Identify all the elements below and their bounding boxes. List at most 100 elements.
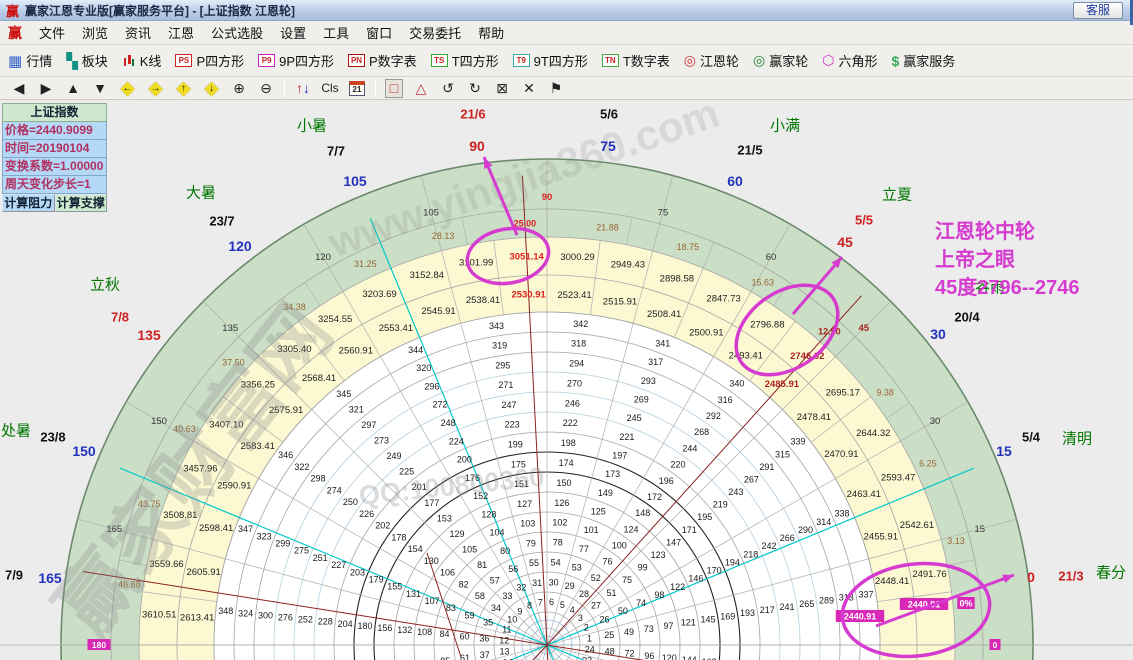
svg-text:154: 154 bbox=[408, 544, 423, 554]
calc-resistance-button[interactable]: 计算阻力 bbox=[2, 194, 55, 212]
toolbar-item-4[interactable]: P99P四方形 bbox=[258, 51, 334, 70]
svg-text:272: 272 bbox=[433, 400, 448, 410]
toolbar-item-2[interactable]: K线 bbox=[122, 51, 162, 70]
svg-text:144: 144 bbox=[682, 655, 697, 660]
rotate-cw-icon[interactable]: ↻ bbox=[466, 79, 484, 98]
toolbar-item-5[interactable]: PNP数字表 bbox=[348, 51, 417, 70]
menu-item-6[interactable]: 工具 bbox=[323, 23, 349, 42]
toolbar-item-12[interactable]: $赢家服务 bbox=[891, 51, 955, 70]
svg-text:2847.73: 2847.73 bbox=[706, 293, 740, 304]
triangle-tool-icon[interactable]: △ bbox=[412, 79, 430, 98]
updown-icon[interactable]: ↑↓ bbox=[294, 79, 312, 98]
svg-text:35: 35 bbox=[483, 617, 493, 627]
toolbar-item-6[interactable]: TST四方形 bbox=[431, 51, 499, 70]
up-triangle-icon[interactable]: ▲ bbox=[64, 79, 82, 98]
toolbar-item-1[interactable]: ▚板块 bbox=[66, 51, 108, 70]
svg-text:97: 97 bbox=[663, 621, 673, 631]
menu-item-3[interactable]: 江恩 bbox=[168, 23, 194, 42]
svg-text:218: 218 bbox=[743, 549, 758, 559]
svg-text:2538.41: 2538.41 bbox=[466, 295, 500, 306]
svg-text:156: 156 bbox=[377, 623, 392, 633]
calendar-icon[interactable]: 21 bbox=[348, 79, 366, 98]
svg-text:245: 245 bbox=[627, 413, 642, 423]
svg-text:0: 0 bbox=[993, 640, 998, 650]
zoom-out-icon[interactable]: ⊖ bbox=[257, 79, 275, 98]
svg-text:2491.76: 2491.76 bbox=[912, 569, 946, 580]
svg-text:21.88: 21.88 bbox=[596, 222, 619, 232]
wheel-outer-label-1: 7/7 bbox=[327, 144, 345, 159]
svg-text:2: 2 bbox=[584, 623, 589, 633]
rotate-ccw-icon[interactable]: ↺ bbox=[439, 79, 457, 98]
toolbar-item-7[interactable]: T99T四方形 bbox=[513, 51, 588, 70]
step-right-icon[interactable]: ◆→ bbox=[146, 79, 165, 98]
svg-text:150: 150 bbox=[151, 416, 167, 427]
menu-item-1[interactable]: 浏览 bbox=[82, 23, 108, 42]
center-cross-icon[interactable]: ✕ bbox=[520, 79, 538, 98]
toolbar-item-9[interactable]: ◎江恩轮 bbox=[684, 51, 739, 70]
support-button[interactable]: 客服 bbox=[1073, 2, 1123, 19]
svg-text:2463.41: 2463.41 bbox=[847, 489, 881, 500]
menu-item-9[interactable]: 帮助 bbox=[478, 23, 504, 42]
svg-text:84: 84 bbox=[440, 629, 450, 639]
svg-text:99: 99 bbox=[638, 563, 648, 573]
step-left-icon[interactable]: ◆← bbox=[118, 79, 137, 98]
menu-item-2[interactable]: 资讯 bbox=[125, 23, 151, 42]
svg-text:269: 269 bbox=[634, 394, 649, 404]
toolbar-item-8[interactable]: TNT数字表 bbox=[602, 51, 670, 70]
svg-text:324: 324 bbox=[238, 608, 253, 618]
svg-text:121: 121 bbox=[681, 618, 696, 628]
step-up-icon[interactable]: ◆↑ bbox=[174, 79, 193, 98]
menu-item-4[interactable]: 公式选股 bbox=[211, 23, 263, 42]
menu-item-0[interactable]: 文件 bbox=[39, 23, 65, 42]
toolbar-label: 9P四方形 bbox=[279, 51, 334, 70]
svg-text:7: 7 bbox=[538, 598, 543, 608]
toolbar-item-3[interactable]: PSP四方形 bbox=[175, 51, 244, 70]
svg-text:3610.51: 3610.51 bbox=[142, 609, 176, 620]
toolbar-item-0[interactable]: ▦行情 bbox=[8, 51, 52, 70]
menu-item-8[interactable]: 交易委托 bbox=[409, 23, 461, 42]
menu-item-7[interactable]: 窗口 bbox=[366, 23, 392, 42]
toolbar-item-11[interactable]: ⬡六角形 bbox=[822, 51, 877, 70]
svg-text:3051.14: 3051.14 bbox=[509, 252, 544, 263]
toolbar-label: 板块 bbox=[82, 51, 108, 70]
svg-text:339: 339 bbox=[791, 437, 806, 447]
svg-text:23: 23 bbox=[582, 655, 592, 660]
svg-text:2523.41: 2523.41 bbox=[557, 290, 591, 301]
wheel-outer-label-19: 春分 bbox=[1096, 562, 1126, 583]
step-down-icon[interactable]: ◆↓ bbox=[202, 79, 221, 98]
gann-annotation-text: 江恩轮中轮 上帝之眼 45度2796--2746 bbox=[935, 218, 1080, 302]
svg-text:3000.29: 3000.29 bbox=[560, 252, 594, 263]
wheel-outer-label-22: 大暑 bbox=[186, 182, 216, 203]
svg-text:318: 318 bbox=[571, 339, 586, 349]
svg-text:2493.41: 2493.41 bbox=[729, 351, 763, 362]
rect-tool-icon[interactable]: □ bbox=[385, 79, 403, 98]
zoom-in-icon[interactable]: ⊕ bbox=[230, 79, 248, 98]
calc-support-button[interactable]: 计算支撑 bbox=[55, 194, 108, 212]
menu-item-5[interactable]: 设置 bbox=[280, 23, 306, 42]
svg-text:51: 51 bbox=[606, 588, 616, 598]
svg-text:2949.43: 2949.43 bbox=[611, 260, 645, 271]
svg-text:79: 79 bbox=[526, 538, 536, 548]
svg-text:296: 296 bbox=[424, 381, 439, 391]
wheel-outer-label-32: 165 bbox=[38, 570, 61, 586]
t9-icon: T9 bbox=[513, 54, 530, 67]
forward-icon[interactable]: ▶ bbox=[37, 79, 55, 98]
toolbar-item-10[interactable]: ◎赢家轮 bbox=[753, 51, 808, 70]
toolbar-label: P数字表 bbox=[369, 51, 417, 70]
svg-text:270: 270 bbox=[567, 378, 582, 388]
boxed-x-icon[interactable]: ⊠ bbox=[493, 79, 511, 98]
tn-icon: TN bbox=[602, 54, 619, 67]
svg-text:2448.41: 2448.41 bbox=[875, 576, 909, 587]
svg-text:59: 59 bbox=[465, 610, 475, 620]
svg-text:61: 61 bbox=[460, 653, 470, 660]
svg-text:195: 195 bbox=[697, 512, 712, 522]
cls-icon[interactable]: Cls bbox=[321, 79, 339, 98]
svg-text:274: 274 bbox=[327, 485, 342, 495]
gann-wheel-chart[interactable]: 1234567891011121314232425262728293031323… bbox=[0, 100, 1133, 660]
svg-text:72: 72 bbox=[625, 649, 635, 659]
down-triangle-icon[interactable]: ▼ bbox=[91, 79, 109, 98]
back-icon[interactable]: ◀ bbox=[10, 79, 28, 98]
svg-text:265: 265 bbox=[799, 599, 814, 609]
flag-icon[interactable]: ⚑ bbox=[547, 79, 565, 98]
svg-text:28: 28 bbox=[579, 589, 589, 599]
